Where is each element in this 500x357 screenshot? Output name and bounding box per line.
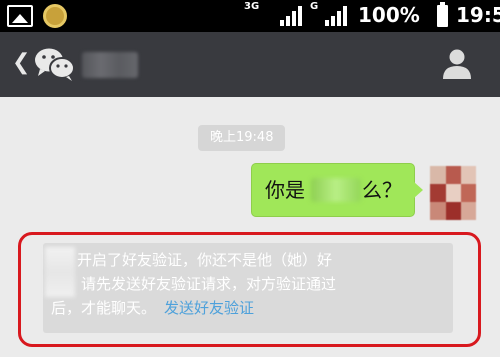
- battery-icon: [437, 2, 448, 27]
- coin-icon: [43, 4, 67, 28]
- person-icon[interactable]: [440, 48, 474, 80]
- sent-message-text: 么？: [362, 178, 402, 202]
- network-type-label: 3G: [244, 1, 260, 12]
- signal-icon: [280, 6, 302, 26]
- highlight-annotation: [18, 232, 481, 347]
- clock: 19:55: [456, 3, 500, 27]
- obscured-text: [311, 178, 361, 202]
- chevron-left-icon[interactable]: ❮: [12, 50, 30, 75]
- message-timestamp: 晚上19:48: [198, 125, 286, 151]
- sent-message-bubble[interactable]: 你是 么？: [251, 163, 423, 217]
- sent-message-text: 你是: [265, 178, 305, 202]
- wechat-icon: [35, 48, 75, 81]
- chat-title-bar: ❮: [0, 32, 500, 97]
- network-type-label: G: [310, 1, 319, 12]
- contact-name-obscured: [82, 52, 138, 78]
- status-bar: 3G G 100% 19:55: [0, 0, 500, 32]
- signal-icon: [325, 6, 347, 26]
- gallery-icon: [7, 5, 33, 27]
- battery-percent: 100%: [358, 3, 420, 27]
- chat-area[interactable]: 晚上19:48 你是 么？ 开启了好友验证，你还不是他（她）好 友。请先发送好友…: [0, 97, 500, 357]
- avatar[interactable]: [430, 166, 476, 220]
